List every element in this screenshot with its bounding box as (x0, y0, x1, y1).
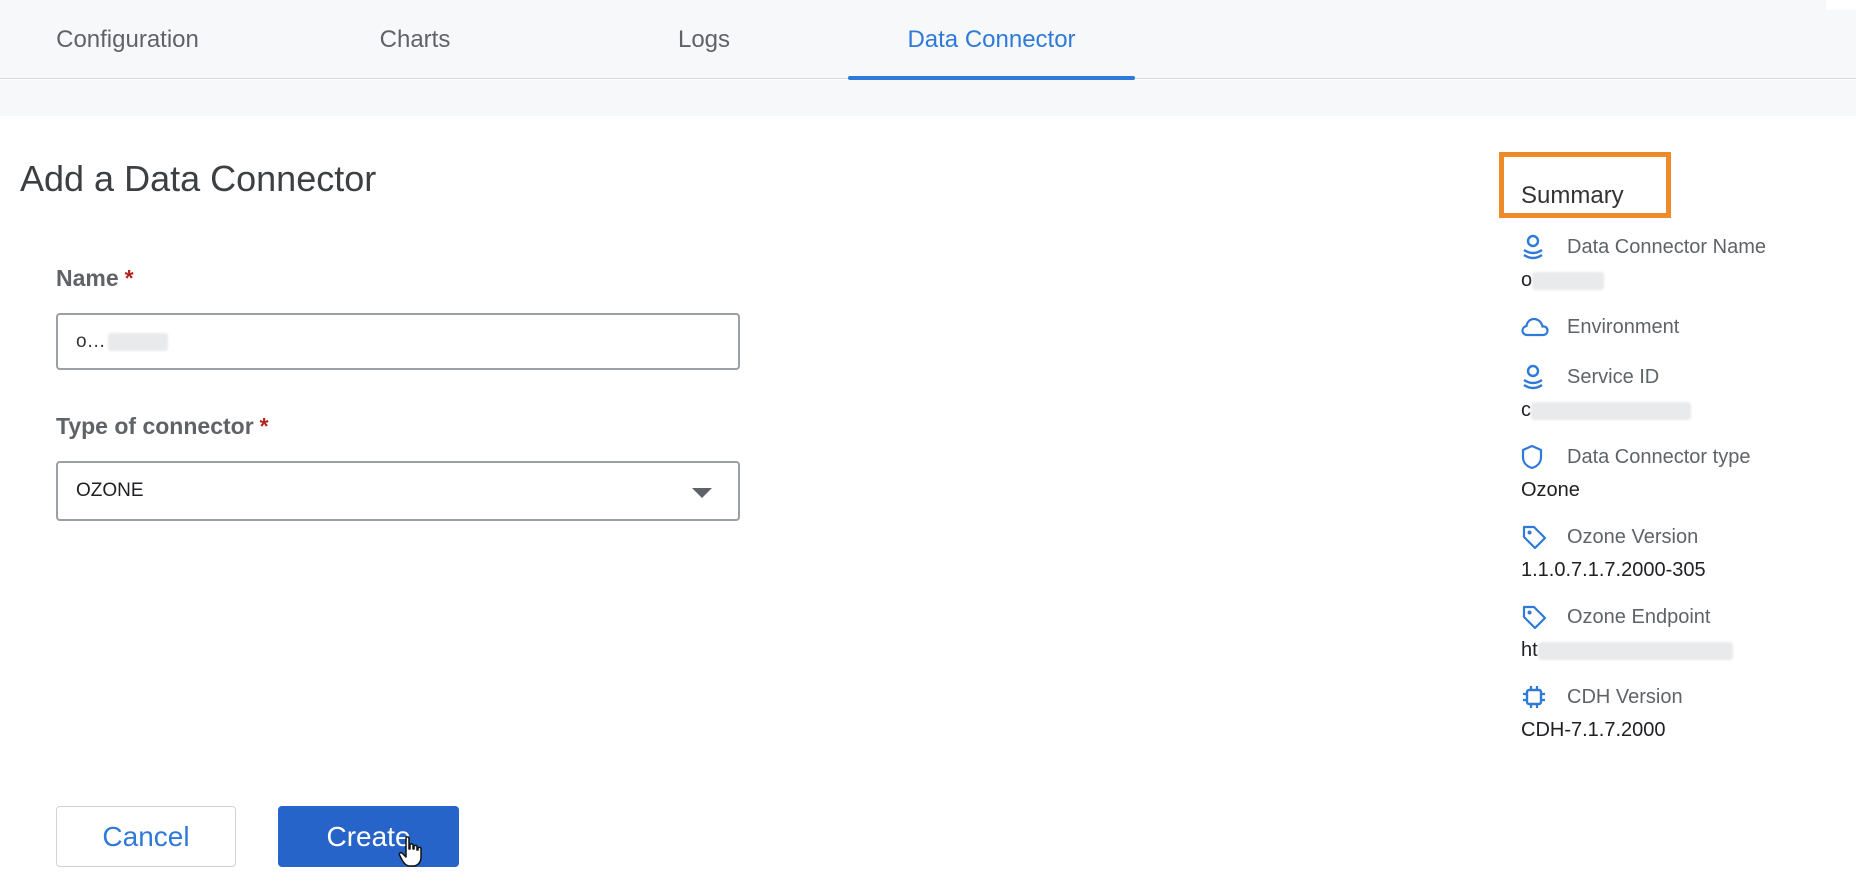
user-stack-icon (1521, 234, 1549, 260)
summary-item-environment: Environment (1521, 314, 1821, 340)
summary-value: CDH-7.1.7.2000 (1521, 719, 1666, 741)
name-label: Name * (56, 265, 134, 292)
type-label: Type of connector * (56, 413, 269, 440)
tab-charts[interactable]: Charts (320, 0, 510, 79)
summary-value-text: c (1521, 399, 1531, 421)
summary-value: Ozone (1521, 479, 1580, 501)
required-marker: * (124, 265, 134, 291)
redacted-text (107, 332, 168, 351)
connector-type-value: OZONE (76, 480, 144, 501)
cancel-button[interactable]: Cancel (56, 806, 236, 867)
summary-value: c (1521, 398, 1821, 422)
cloud-icon (1521, 314, 1549, 340)
summary-label: Service ID (1567, 365, 1660, 388)
shield-icon (1521, 444, 1549, 470)
name-input[interactable]: o… (56, 313, 740, 370)
summary-item-service-id: Service ID c (1521, 364, 1821, 422)
summary-value-text: ht (1521, 639, 1538, 661)
redacted-text (1531, 401, 1691, 420)
summary-value: ht (1521, 638, 1821, 662)
create-button[interactable]: Create (278, 806, 459, 867)
summary-item-connector-type: Data Connector type Ozone (1521, 444, 1821, 502)
summary-item-cdh-version: CDH Version CDH-7.1.7.2000 (1521, 684, 1821, 742)
hand-cursor-icon (398, 836, 422, 867)
summary-item-ozone-endpoint: Ozone Endpoint ht (1521, 604, 1821, 662)
user-stack-icon (1521, 364, 1549, 390)
summary-item-connector-name: Data Connector Name o (1521, 234, 1821, 292)
redacted-text (1532, 271, 1605, 290)
summary-label: Data Connector Name (1567, 235, 1766, 258)
tab-data-connector[interactable]: Data Connector (848, 0, 1135, 80)
summary-label: Ozone Endpoint (1567, 605, 1711, 628)
tab-configuration[interactable]: Configuration (20, 0, 235, 79)
tag-icon (1521, 524, 1549, 550)
summary-label: Ozone Version (1567, 525, 1699, 548)
summary-value-text: o (1521, 269, 1533, 291)
summary-item-ozone-version: Ozone Version 1.1.0.7.1.7.2000-305 (1521, 524, 1821, 582)
summary-value: 1.1.0.7.1.7.2000-305 (1521, 559, 1706, 581)
summary-label: CDH Version (1567, 685, 1683, 708)
summary-label: Data Connector type (1567, 445, 1751, 468)
name-input-value: o… (76, 330, 106, 352)
summary-label: Environment (1567, 315, 1680, 338)
tab-bar: Configuration Charts Logs Data Connector (0, 0, 1856, 80)
summary-value: o (1521, 268, 1821, 292)
connector-type-select[interactable]: OZONE (56, 461, 740, 521)
tag-icon (1521, 604, 1549, 630)
tab-logs[interactable]: Logs (600, 0, 808, 79)
page-title: Add a Data Connector (20, 158, 377, 199)
tabbar-corner (1826, 0, 1856, 10)
redacted-text (1537, 641, 1733, 660)
chevron-down-icon[interactable] (692, 488, 712, 498)
chip-icon (1521, 684, 1549, 710)
name-label-text: Name (56, 265, 119, 291)
type-label-text: Type of connector (56, 413, 254, 439)
summary-title: Summary (1521, 182, 1624, 209)
required-marker: * (259, 413, 269, 439)
header-band (0, 80, 1856, 116)
